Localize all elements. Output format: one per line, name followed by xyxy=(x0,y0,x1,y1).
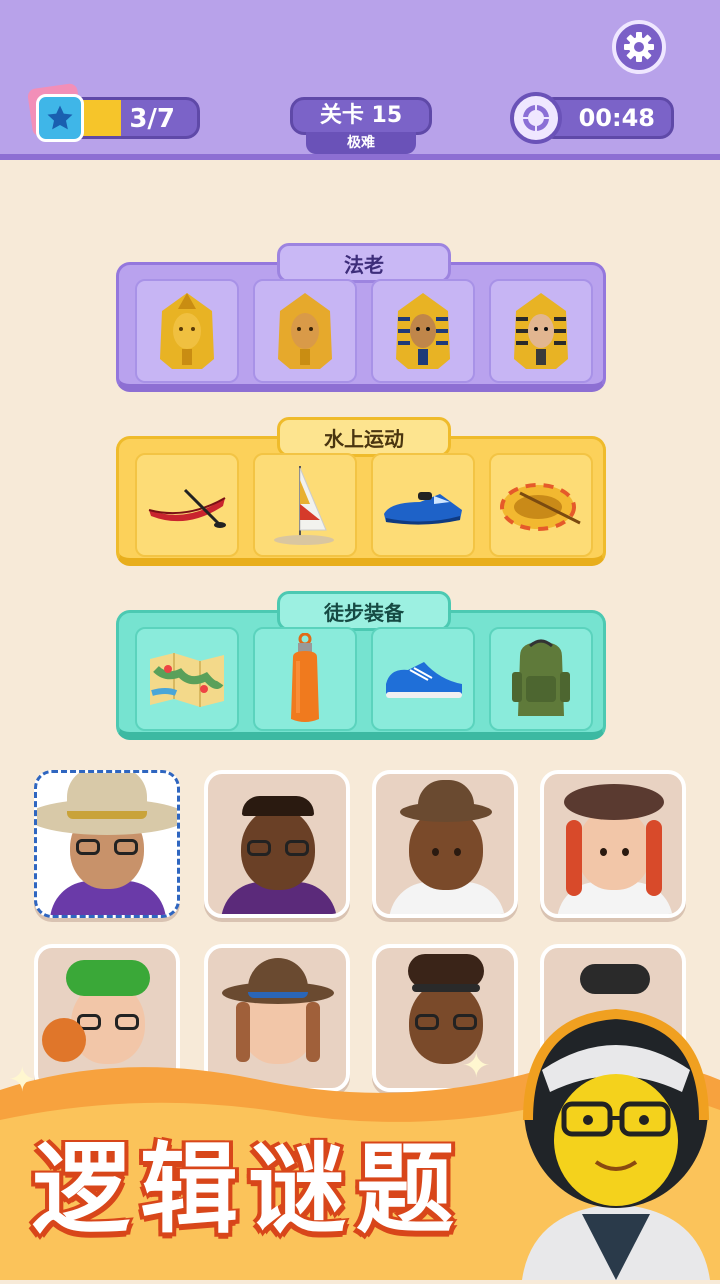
sparkle-icon: ✦ xyxy=(462,1046,491,1086)
star-icon xyxy=(36,94,84,142)
hair xyxy=(580,964,650,994)
character-card-fedora[interactable] xyxy=(372,770,518,918)
level-label: 关卡 15 xyxy=(290,97,432,135)
category-group-pharaoh: 法老 xyxy=(116,243,606,392)
banner-title: 逻辑谜题 xyxy=(32,1133,465,1247)
slot-pharaoh-gold-1[interactable] xyxy=(135,279,239,383)
slot-pharaoh-striped-2[interactable] xyxy=(489,279,593,383)
category-label: 水上运动 xyxy=(277,417,451,457)
bottle-icon xyxy=(291,633,319,722)
headband xyxy=(412,984,480,992)
star-badge xyxy=(26,82,84,144)
hat-crown xyxy=(67,773,147,819)
slot-canoe[interactable] xyxy=(135,453,239,557)
pharaoh-icon xyxy=(160,293,214,369)
beret-icon xyxy=(564,784,664,820)
slot-sneaker[interactable] xyxy=(371,627,475,731)
stars-count: 3/7 xyxy=(129,104,175,134)
eye xyxy=(622,848,629,856)
timer-icon xyxy=(510,92,562,144)
glasses-icon xyxy=(76,839,138,857)
pharaoh-icon xyxy=(514,293,568,369)
glasses-icon xyxy=(77,1014,139,1032)
canoe-icon xyxy=(148,488,226,528)
eye xyxy=(454,848,461,856)
sneaker-icon xyxy=(386,662,462,698)
backpack-icon xyxy=(512,639,570,716)
raft-icon xyxy=(500,483,581,531)
character-card-beret[interactable] xyxy=(540,770,686,918)
pharaoh-icon xyxy=(278,293,332,369)
hat-crown xyxy=(248,958,308,998)
hat-crown xyxy=(418,780,474,810)
settings-button[interactable] xyxy=(612,20,666,74)
character-card-wizard[interactable] xyxy=(34,770,180,918)
sparkle-icon: ✦ xyxy=(8,1060,37,1100)
hair-braid xyxy=(646,820,662,896)
slot-water-bottle[interactable] xyxy=(253,627,357,731)
slot-pharaoh-gold-2[interactable] xyxy=(253,279,357,383)
hair xyxy=(242,796,314,816)
character-card-basketball-player[interactable] xyxy=(204,770,350,918)
glasses-icon xyxy=(415,1014,477,1032)
gear-icon xyxy=(624,32,654,62)
slot-jet-ski[interactable] xyxy=(371,453,475,557)
glasses-icon xyxy=(247,840,309,858)
category-group-water-sports: 水上运动 xyxy=(116,417,606,566)
difficulty-label: 极难 xyxy=(306,132,416,154)
eye xyxy=(432,848,439,856)
category-group-hiking: 徒步装备 xyxy=(116,591,606,740)
category-label: 法老 xyxy=(277,243,451,283)
pharaoh-icon xyxy=(396,293,450,369)
racer-mascot xyxy=(512,1000,720,1280)
character-head xyxy=(577,808,651,890)
map-icon xyxy=(150,653,224,707)
category-label: 徒步装备 xyxy=(277,591,451,631)
hair xyxy=(408,954,484,988)
slot-pharaoh-striped-1[interactable] xyxy=(371,279,475,383)
slot-raft[interactable] xyxy=(489,453,593,557)
green-hair xyxy=(66,960,150,996)
slot-map[interactable] xyxy=(135,627,239,731)
hair-braid xyxy=(566,820,582,896)
slot-backpack[interactable] xyxy=(489,627,593,731)
slot-windsurf[interactable] xyxy=(253,453,357,557)
eye xyxy=(600,848,607,856)
windsurf-icon xyxy=(274,466,334,545)
jet-ski-icon xyxy=(384,492,462,525)
